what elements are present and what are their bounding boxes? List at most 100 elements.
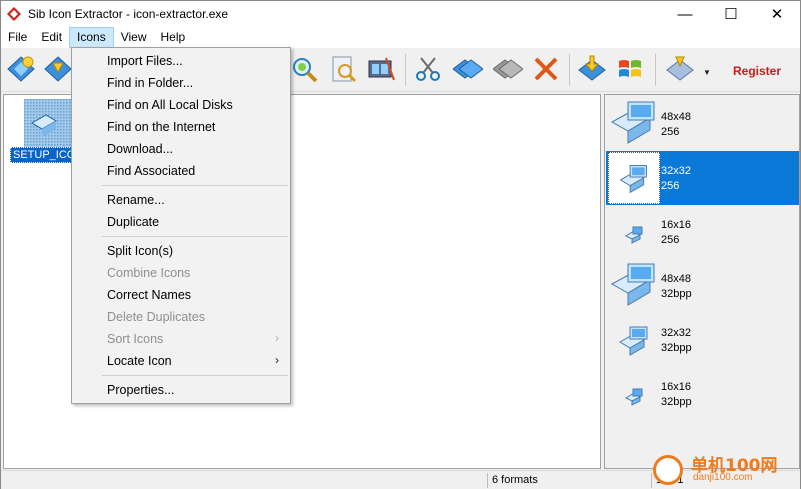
format-bits: 32bpp [661, 396, 692, 408]
format-row[interactable]: 48x48 256 [606, 97, 799, 151]
scissors-icon[interactable] [413, 54, 443, 84]
menu-icons[interactable]: Icons [69, 27, 114, 48]
chevron-down-icon[interactable]: ▼ [703, 68, 711, 77]
menu-delete-duplicates: Delete Duplicates [73, 306, 289, 328]
toolbar-separator [405, 54, 406, 86]
open-favorite-icon[interactable] [43, 54, 73, 84]
paste-icon[interactable] [493, 54, 523, 84]
menu-item-label: Download... [107, 142, 174, 156]
format-bits: 256 [661, 234, 680, 246]
title-bar: Sib Icon Extractor - icon-extractor.exe … [1, 1, 800, 27]
menu-item-label: Import Files... [107, 54, 183, 68]
format-size: 32x32 [661, 327, 691, 339]
menu-item-label: Split Icon(s) [107, 244, 173, 258]
chevron-right-icon: › [275, 331, 279, 345]
maximize-button[interactable]: ☐ [708, 1, 754, 27]
menu-separator [102, 236, 288, 237]
format-size: 32x32 [661, 165, 691, 177]
save-icon[interactable] [577, 54, 607, 84]
file-name-label: SETUP_ICO [10, 147, 79, 163]
menu-sort-icons: Sort Icons › [73, 328, 289, 350]
menu-item-label: Correct Names [107, 288, 192, 302]
menu-item-label: Find Associated [107, 164, 196, 178]
close-icon: ✕ [770, 6, 784, 23]
menu-edit[interactable]: Edit [34, 27, 69, 48]
computer-32-icon [619, 326, 648, 356]
format-row[interactable]: 16x16 32bpp [606, 367, 799, 421]
scan-file-icon[interactable] [328, 54, 358, 84]
menu-find-associated[interactable]: Find Associated [73, 160, 289, 182]
menu-combine-icons: Combine Icons [73, 262, 289, 284]
window-title: Sib Icon Extractor - icon-extractor.exe [28, 7, 229, 21]
format-size: 16x16 [661, 219, 691, 231]
format-bits: 256 [661, 126, 680, 138]
icon-formats-pane: 48x48 256 32x32 256 16x16 256 48x48 32bp… [604, 94, 800, 469]
menu-locate-icon[interactable]: Locate Icon › [73, 350, 289, 372]
close-button[interactable]: ✕ [754, 1, 800, 27]
computer-48-icon [610, 101, 655, 144]
format-size: 48x48 [661, 111, 691, 123]
computer-48-icon [610, 263, 655, 306]
format-size: 48x48 [661, 273, 691, 285]
menu-duplicate[interactable]: Duplicate [73, 211, 289, 233]
format-bits: 32bpp [661, 288, 692, 300]
format-row[interactable]: 32x32 32bpp [606, 313, 799, 367]
setup-computer-icon [24, 99, 72, 147]
chevron-right-icon: › [275, 353, 279, 367]
menu-download[interactable]: Download... [73, 138, 289, 160]
delete-icon[interactable] [531, 54, 561, 84]
search-icon[interactable] [289, 54, 319, 84]
menu-correct-names[interactable]: Correct Names [73, 284, 289, 306]
format-row[interactable]: 48x48 32bpp [606, 259, 799, 313]
menu-import-files[interactable]: Import Files... [73, 50, 289, 72]
menu-item-label: Locate Icon [107, 354, 172, 368]
copy-icon[interactable] [453, 54, 483, 84]
menu-rename[interactable]: Rename... [73, 189, 289, 211]
format-bits: 32bpp [661, 342, 692, 354]
menu-bar: File Edit Icons View Help [1, 27, 800, 48]
windows-logo-icon[interactable] [615, 54, 645, 84]
register-link[interactable]: Register [733, 64, 781, 78]
toolbar-separator [569, 54, 570, 86]
new-icon-file-icon[interactable] [6, 54, 36, 84]
menu-item-label: Find on the Internet [107, 120, 216, 134]
icons-dropdown-menu: Import Files... Find in Folder... Find o… [71, 47, 291, 404]
computer-16-icon [624, 388, 643, 406]
format-row-selected[interactable]: 32x32 256 [606, 151, 799, 205]
toolbar-separator [655, 54, 656, 86]
app-window: Sib Icon Extractor - icon-extractor.exe … [0, 0, 801, 489]
maximize-icon: ☐ [724, 6, 738, 23]
app-diamond-icon [7, 7, 21, 21]
menu-view[interactable]: View [114, 27, 154, 48]
menu-file[interactable]: File [1, 27, 34, 48]
minimize-button[interactable]: — [662, 1, 708, 27]
settings-icon[interactable] [665, 54, 695, 84]
menu-item-label: Properties... [107, 383, 175, 397]
film-extract-icon[interactable] [366, 54, 396, 84]
menu-separator [102, 185, 288, 186]
menu-find-in-folder[interactable]: Find in Folder... [73, 72, 289, 94]
menu-split-icons[interactable]: Split Icon(s) [73, 240, 289, 262]
status-formats: 6 formats [492, 474, 538, 486]
watermark-logo-icon [653, 455, 683, 485]
menu-item-label: Combine Icons [107, 266, 191, 280]
menu-item-label: Sort Icons [107, 332, 164, 346]
menu-item-label: Delete Duplicates [107, 310, 205, 324]
watermark-url: danji100.com [693, 472, 753, 483]
minimize-icon: — [677, 5, 693, 23]
watermark: 单机100网 danji100.com [653, 451, 801, 489]
format-size: 16x16 [661, 381, 691, 393]
computer-32-icon [608, 152, 660, 204]
format-bits: 256 [661, 180, 680, 192]
status-separator [651, 473, 652, 488]
menu-item-label: Find on All Local Disks [107, 98, 233, 112]
computer-16-icon [624, 226, 643, 244]
menu-properties[interactable]: Properties... [73, 379, 289, 401]
format-row[interactable]: 16x16 256 [606, 205, 799, 259]
menu-help[interactable]: Help [154, 27, 193, 48]
menu-item-label: Find in Folder... [107, 76, 194, 90]
menu-separator [102, 375, 288, 376]
menu-item-label: Duplicate [107, 215, 160, 229]
menu-find-local-disks[interactable]: Find on All Local Disks [73, 94, 289, 116]
menu-find-internet[interactable]: Find on the Internet [73, 116, 289, 138]
